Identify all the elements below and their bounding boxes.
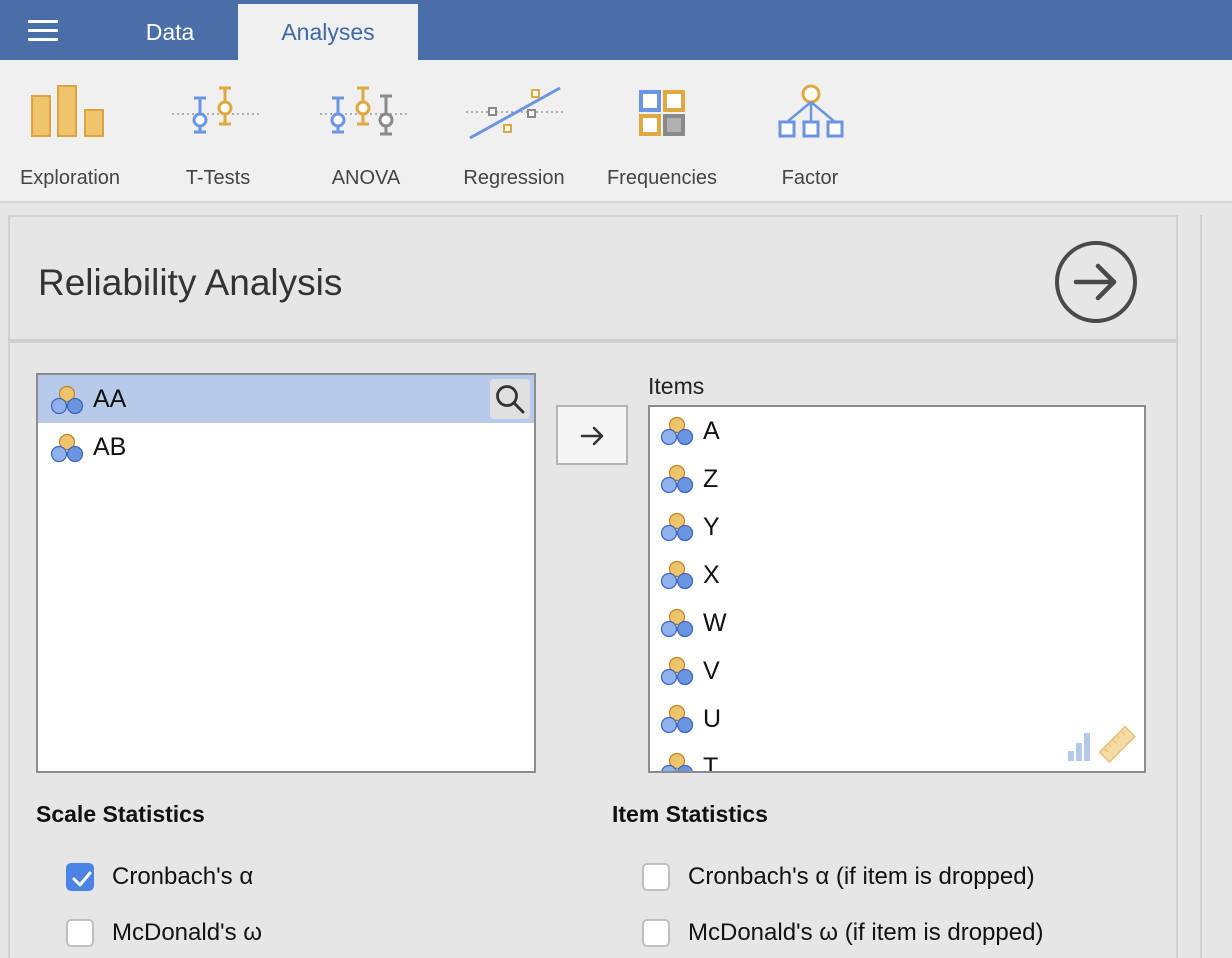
reliability-analysis-panel: Reliability Analysis AA AB Items A Z Y X… <box>8 215 1178 958</box>
variable-name: AA <box>93 385 127 413</box>
available-variables-list[interactable]: AA AB <box>36 373 536 773</box>
item-name: W <box>703 609 727 637</box>
ribbon-regression-button[interactable]: Regression <box>444 78 584 189</box>
hamburger-menu-icon[interactable] <box>28 20 58 42</box>
ribbon-t-tests-button[interactable]: T-Tests <box>148 78 288 189</box>
arrow-right-icon <box>580 426 604 446</box>
option-label: Cronbach's α (if item is dropped) <box>688 863 1035 890</box>
nominal-variable-icon <box>660 512 694 542</box>
factor-icon <box>778 84 844 138</box>
item-row[interactable]: W <box>650 599 1144 647</box>
cronbach-alpha-dropped-option[interactable]: Cronbach's α (if item is dropped) <box>642 857 1035 897</box>
title-divider <box>10 339 1178 343</box>
nominal-variable-icon <box>660 464 694 494</box>
frequencies-icon <box>639 90 685 136</box>
run-analysis-button[interactable] <box>1055 241 1137 323</box>
variable-name: AB <box>93 433 127 461</box>
ribbon-label: ANOVA <box>331 167 401 189</box>
nominal-variable-icon <box>661 752 693 771</box>
search-button[interactable] <box>490 379 530 419</box>
mcdonald-omega-option[interactable]: McDonald's ω <box>66 913 262 953</box>
item-row[interactable]: Z <box>650 455 1144 503</box>
item-row[interactable]: V <box>650 647 1144 695</box>
ribbon-label: T-Tests <box>185 167 251 189</box>
page-title: Reliability Analysis <box>38 262 343 303</box>
t-tests-icon <box>172 86 262 134</box>
measure-type-icon <box>1068 725 1137 764</box>
scale-statistics-title: Scale Statistics <box>36 801 205 827</box>
ribbon-label: Factor <box>781 167 839 189</box>
item-name: U <box>703 705 722 733</box>
variable-row[interactable]: AB <box>38 423 534 471</box>
arrow-right-icon <box>1073 263 1117 301</box>
item-row[interactable]: Y <box>650 503 1144 551</box>
item-row[interactable]: A <box>650 407 1144 455</box>
items-list[interactable]: A Z Y X W V U T <box>648 405 1146 773</box>
mcdonald-omega-dropped-checkbox[interactable] <box>642 919 670 947</box>
item-name: Z <box>703 465 719 493</box>
ribbon-label: Frequencies <box>606 167 718 189</box>
ribbon-frequencies-button[interactable]: Frequencies <box>592 78 732 189</box>
ribbon-factor-button[interactable]: Factor <box>740 78 880 189</box>
item-name: V <box>703 657 720 685</box>
top-bar: Data Analyses <box>0 0 1232 60</box>
items-label: Items <box>648 373 705 399</box>
exploration-icon <box>31 85 104 137</box>
cronbach-alpha-dropped-checkbox[interactable] <box>642 863 670 891</box>
tab-data[interactable]: Data <box>110 4 230 60</box>
search-icon <box>496 385 525 414</box>
nominal-variable-icon <box>660 560 694 590</box>
analyses-ribbon: Exploration T-Tests ANOVA Regression Fre… <box>0 60 1232 203</box>
nominal-variable-icon <box>660 608 694 638</box>
tab-analyses[interactable]: Analyses <box>238 4 418 60</box>
ribbon-exploration-button[interactable]: Exploration <box>0 78 140 189</box>
item-name: A <box>703 417 720 445</box>
item-name: Y <box>703 513 720 541</box>
nominal-variable-icon <box>660 656 694 686</box>
move-to-items-button[interactable] <box>556 405 628 465</box>
ribbon-label: Exploration <box>19 167 121 189</box>
option-label: McDonald's ω <box>112 919 263 946</box>
mcdonald-omega-dropped-option[interactable]: McDonald's ω (if item is dropped) <box>642 913 1043 953</box>
measure-type-icons <box>1066 725 1138 765</box>
option-label: McDonald's ω (if item is dropped) <box>688 919 1044 946</box>
cronbach-alpha-checkbox[interactable] <box>66 863 94 891</box>
anova-icon <box>320 86 410 136</box>
checkmark-icon <box>72 871 92 887</box>
regression-icon <box>466 86 564 140</box>
ribbon-anova-button[interactable]: ANOVA <box>296 78 436 189</box>
results-panel-edge <box>1200 215 1232 958</box>
nominal-variable-icon <box>50 385 84 415</box>
nominal-variable-icon <box>50 433 84 463</box>
mcdonald-omega-checkbox[interactable] <box>66 919 94 947</box>
nominal-variable-icon <box>660 704 694 734</box>
item-name: X <box>703 561 720 589</box>
item-statistics-title: Item Statistics <box>612 801 768 827</box>
item-name: T <box>703 753 719 773</box>
nominal-variable-icon <box>660 416 694 446</box>
item-row[interactable]: X <box>650 551 1144 599</box>
option-label: Cronbach's α <box>112 863 254 890</box>
variable-row[interactable]: AA <box>38 375 534 423</box>
cronbach-alpha-option[interactable]: Cronbach's α <box>66 857 253 897</box>
ribbon-label: Regression <box>463 167 565 189</box>
